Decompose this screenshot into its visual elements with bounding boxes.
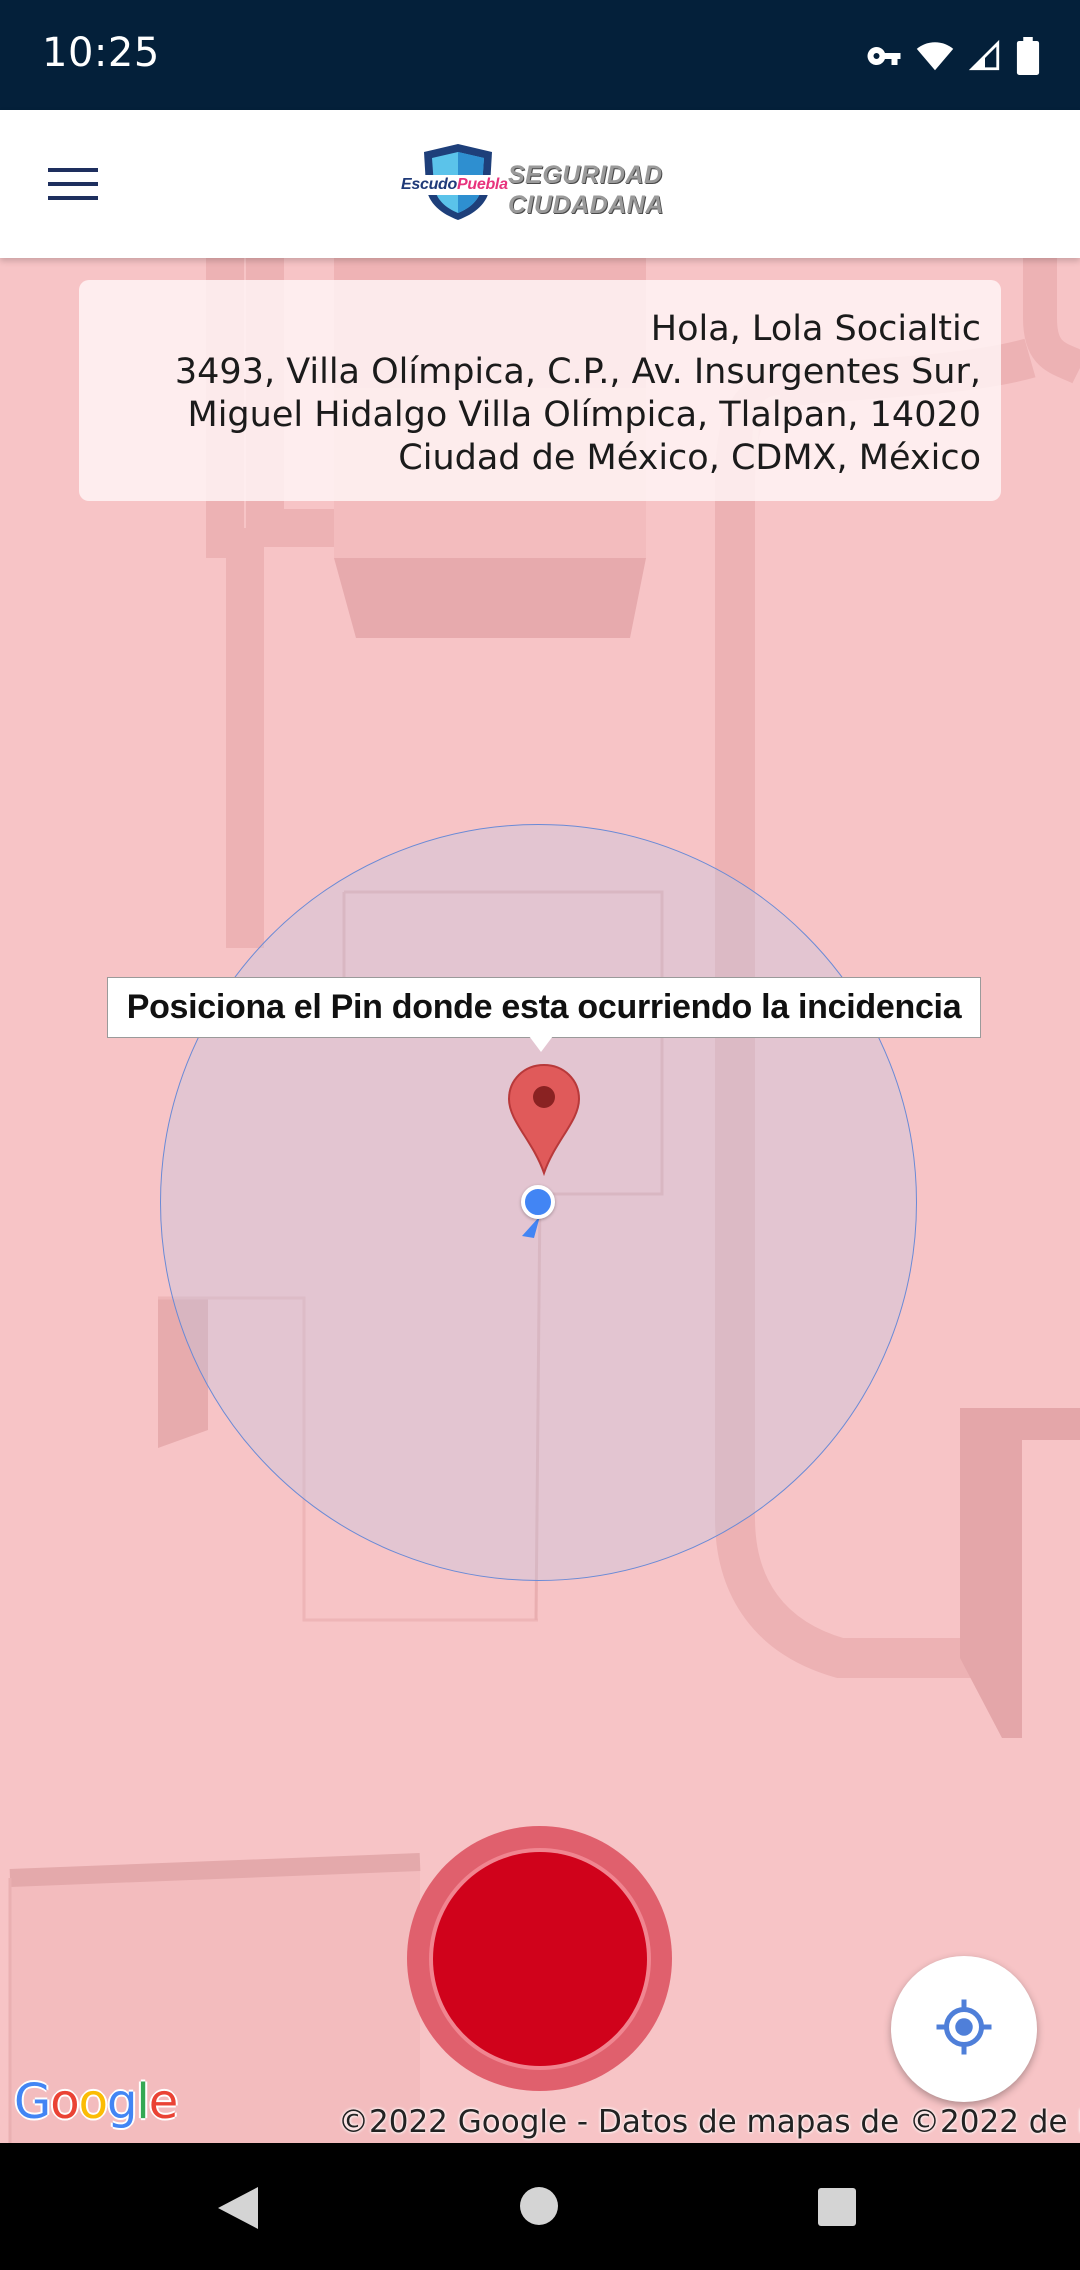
google-logo: Google — [14, 2074, 179, 2130]
app-logo: EscudoPuebla SEGURIDAD CIUDADANA — [398, 142, 688, 232]
direction-indicator-icon — [522, 1216, 546, 1245]
logo-title-line2: CIUDADANA — [508, 191, 664, 219]
status-time: 10:25 — [42, 30, 160, 76]
address-card: Hola, Lola Socialtic 3493, Villa Olímpic… — [79, 280, 1001, 501]
google-letter: G — [14, 2074, 51, 2130]
map-attribution[interactable]: ©2022 Google - Datos de mapas de ©2022 d… — [338, 2104, 1080, 2140]
recents-icon[interactable] — [818, 2188, 856, 2226]
status-icons — [866, 32, 1040, 80]
google-letter: o — [50, 2074, 79, 2130]
my-location-button[interactable] — [891, 1956, 1037, 2102]
google-letter: o — [78, 2074, 108, 2130]
current-location-dot — [521, 1185, 555, 1219]
greeting-text: Hola, Lola Socialtic — [650, 309, 981, 349]
google-letter: l — [136, 2074, 149, 2130]
logo-escudo-text: Escudo — [401, 176, 457, 193]
home-icon[interactable] — [520, 2187, 558, 2225]
back-icon[interactable] — [216, 2185, 260, 2236]
tooltip-arrow — [529, 1036, 553, 1052]
pin-instruction-tooltip: Posiciona el Pin donde esta ocurriendo l… — [107, 977, 981, 1038]
logo-title: SEGURIDAD CIUDADANA — [508, 160, 664, 220]
menu-button[interactable] — [30, 148, 116, 220]
app-bar: EscudoPuebla SEGURIDAD CIUDADANA — [0, 110, 1080, 258]
map-view[interactable]: Hola, Lola Socialtic 3493, Villa Olímpic… — [0, 258, 1080, 2143]
navigation-bar — [0, 2143, 1080, 2270]
google-letter: e — [148, 2074, 179, 2130]
logo-shield-text: EscudoPuebla — [398, 175, 511, 195]
map-pin-icon[interactable] — [505, 1061, 583, 1182]
logo-title-line1: SEGURIDAD — [508, 161, 663, 189]
wifi-icon — [916, 37, 954, 75]
status-bar: 10:25 — [0, 0, 1080, 110]
battery-icon — [1016, 37, 1040, 75]
address-text: 3493, Villa Olímpica, C.P., Av. Insurgen… — [174, 352, 981, 478]
panic-button-inner — [432, 1851, 647, 2066]
hamburger-menu-icon — [48, 166, 98, 202]
logo-puebla-text: Puebla — [457, 176, 508, 193]
vpn-key-icon — [866, 38, 902, 74]
panic-button[interactable] — [407, 1826, 672, 2091]
my-location-icon — [934, 1997, 994, 2062]
google-letter: g — [106, 2074, 137, 2130]
cell-signal-icon — [968, 39, 1002, 73]
pin-instruction-text: Posiciona el Pin donde esta ocurriendo l… — [126, 988, 962, 1026]
